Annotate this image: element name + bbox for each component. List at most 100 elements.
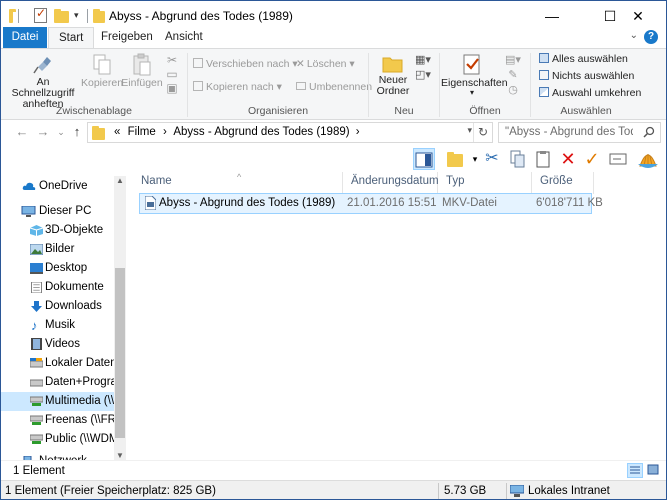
nav-item-data-drive[interactable]: Daten+Program [1, 373, 126, 392]
window-title: Abyss - Abgrund des Todes (1989) [109, 9, 293, 23]
copy-path-icon[interactable]: ▭ [164, 67, 180, 81]
nav-item-downloads[interactable]: Downloads [1, 297, 126, 316]
nav-scrollbar[interactable]: ▲ ▼ [114, 176, 126, 460]
nav-label: Musik [45, 319, 76, 331]
network-drive-icon [30, 396, 43, 406]
breadcrumb-current[interactable]: Abyss - Abgrund des Todes (1989) [173, 126, 349, 138]
easy-access-icon[interactable]: ◰▾ [413, 68, 433, 83]
column-date-label: Änderungsdatum [351, 175, 439, 187]
chevron-down-icon[interactable]: ⌄ [630, 30, 638, 41]
documents-icon [31, 282, 42, 293]
tab-share[interactable]: Freigeben [91, 27, 163, 48]
nav-item-public[interactable]: Public (\\WDMY [1, 430, 126, 449]
video-file-icon [145, 196, 156, 210]
tiles-view-icon[interactable] [646, 463, 662, 478]
pin-quick-access-button[interactable]: An Schnellzugriff anheften [7, 53, 79, 110]
back-arrow-icon[interactable]: ← [13, 123, 31, 141]
3d-objects-icon [30, 225, 43, 236]
select-none-button[interactable]: Nichts auswählen [539, 70, 634, 82]
nav-item-pictures[interactable]: Bilder [1, 240, 126, 259]
nav-label: Bilder [45, 243, 75, 255]
up-arrow-icon[interactable]: ↑ [68, 123, 86, 141]
preview-pane-icon[interactable] [413, 148, 435, 170]
onedrive-icon [22, 182, 36, 190]
forward-arrow-icon[interactable]: → [34, 123, 52, 141]
nav-item-desktop[interactable]: Desktop [1, 259, 126, 278]
table-row[interactable]: Abyss - Abgrund des Todes (1989) 21.01.2… [139, 193, 603, 214]
open-icon[interactable]: ▤▾ [505, 53, 521, 68]
properties-quick-icon[interactable] [34, 6, 47, 24]
open-small-buttons: ▤▾ ✎ ◷ [505, 53, 521, 98]
rename-button[interactable]: Umbenennen [296, 81, 372, 93]
customize-quick-access-icon[interactable]: ▾ [74, 10, 79, 26]
nav-item-freenas[interactable]: Freenas (\\FREEN [1, 411, 126, 430]
properties-dropdown-icon[interactable]: ▾ [441, 89, 503, 97]
column-header-date[interactable]: Änderungsdatum [343, 172, 439, 194]
copy-label: Kopieren [81, 77, 124, 89]
paste-button[interactable]: Einfügen [121, 53, 163, 89]
tab-file[interactable]: Datei [3, 27, 47, 48]
paste-icon[interactable] [532, 148, 554, 170]
select-all-icon [539, 53, 549, 63]
tab-view[interactable]: Ansicht [155, 27, 213, 48]
move-to-button[interactable]: Verschieben nach ▾ [193, 58, 298, 70]
breadcrumb-filme[interactable]: Filme [128, 126, 156, 138]
nav-item-this-pc[interactable]: Dieser PC [1, 202, 126, 221]
refresh-icon[interactable]: ↻ [473, 123, 492, 142]
nav-item-documents[interactable]: Dokumente [1, 278, 126, 297]
new-folder-label-line2: Ordner [376, 85, 410, 97]
address-dropdown-icon[interactable]: ▾ [467, 125, 472, 136]
cut-icon[interactable]: ✂ [164, 53, 180, 67]
new-item-icon[interactable]: ▦▾ [413, 53, 433, 68]
scroll-down-icon[interactable]: ▼ [116, 451, 124, 460]
tab-home[interactable]: Start [48, 27, 95, 49]
music-icon: ♪ [31, 318, 38, 333]
new-folder-quick-icon[interactable] [54, 8, 69, 24]
nav-item-network[interactable]: Netzwerk [1, 452, 126, 460]
breadcrumb-overflow[interactable]: « [114, 126, 120, 138]
properties-button[interactable]: Eigenschaften ▾ [441, 53, 508, 97]
copy-to-icon [193, 81, 203, 91]
shell-icon[interactable] [637, 148, 659, 170]
status-bar: 1 Element [1, 460, 666, 480]
delete-button[interactable]: ✕ Löschen ▾ [296, 58, 355, 70]
delete-icon[interactable]: ✕ [557, 148, 579, 170]
column-header-type[interactable]: Typ [438, 172, 532, 194]
help-icon[interactable]: ? [644, 30, 658, 44]
nav-item-videos[interactable]: Videos [1, 335, 126, 354]
scroll-thumb[interactable] [115, 268, 125, 438]
column-header-name[interactable]: Name ^ [133, 172, 343, 194]
nav-item-music[interactable]: ♪ Musik [1, 316, 126, 335]
search-icon[interactable] [643, 126, 655, 138]
nav-item-3d-objects[interactable]: 3D-Objekte [1, 221, 126, 240]
new-folder-button[interactable]: Neuer Ordner [373, 53, 413, 97]
details-view-icon[interactable] [627, 463, 643, 478]
network-drive-icon [30, 415, 43, 425]
file-name: Abyss - Abgrund des Todes (1989) [159, 197, 336, 209]
edit-icon[interactable]: ✎ [505, 68, 521, 83]
select-all-button[interactable]: Alles auswählen [539, 53, 628, 65]
column-header-size[interactable]: Größe [532, 172, 594, 194]
move-to-label: Verschieben nach [206, 58, 290, 70]
breadcrumb-separator[interactable]: › [163, 126, 167, 138]
cut-icon[interactable]: ✂ [481, 148, 503, 170]
move-to-icon [193, 58, 203, 68]
breadcrumb-separator-end[interactable]: › [356, 126, 360, 138]
search-input[interactable]: "Abyss - Abgrund des Todes (1... [498, 122, 661, 143]
paste-shortcut-icon[interactable]: ▣ [164, 81, 180, 95]
copy-to-button[interactable]: Kopieren nach ▾ [193, 81, 282, 93]
copy-button[interactable]: Kopieren [81, 53, 123, 89]
address-bar[interactable]: « Filme › Abyss - Abgrund des Todes (198… [87, 122, 493, 143]
nav-item-local-disk[interactable]: Lokaler Datenträ [1, 354, 126, 373]
invert-selection-button[interactable]: Auswahl umkehren [539, 87, 641, 99]
new-folder-toolbar-icon[interactable] [444, 148, 466, 170]
nav-item-onedrive[interactable]: OneDrive [1, 177, 126, 196]
scroll-up-icon[interactable]: ▲ [116, 176, 124, 185]
rename-icon[interactable] [607, 148, 629, 170]
navigation-bar: ← → ⌄ ↑ « Filme › Abyss - Abgrund des To… [1, 120, 666, 146]
history-icon[interactable]: ◷ [505, 83, 521, 98]
nav-item-multimedia[interactable]: Multimedia (\\FI [1, 392, 126, 411]
checkmark-icon[interactable]: ✓ [581, 148, 603, 170]
copy-icon[interactable] [507, 148, 529, 170]
new-small-buttons: ▦▾ ◰▾ [413, 53, 433, 83]
